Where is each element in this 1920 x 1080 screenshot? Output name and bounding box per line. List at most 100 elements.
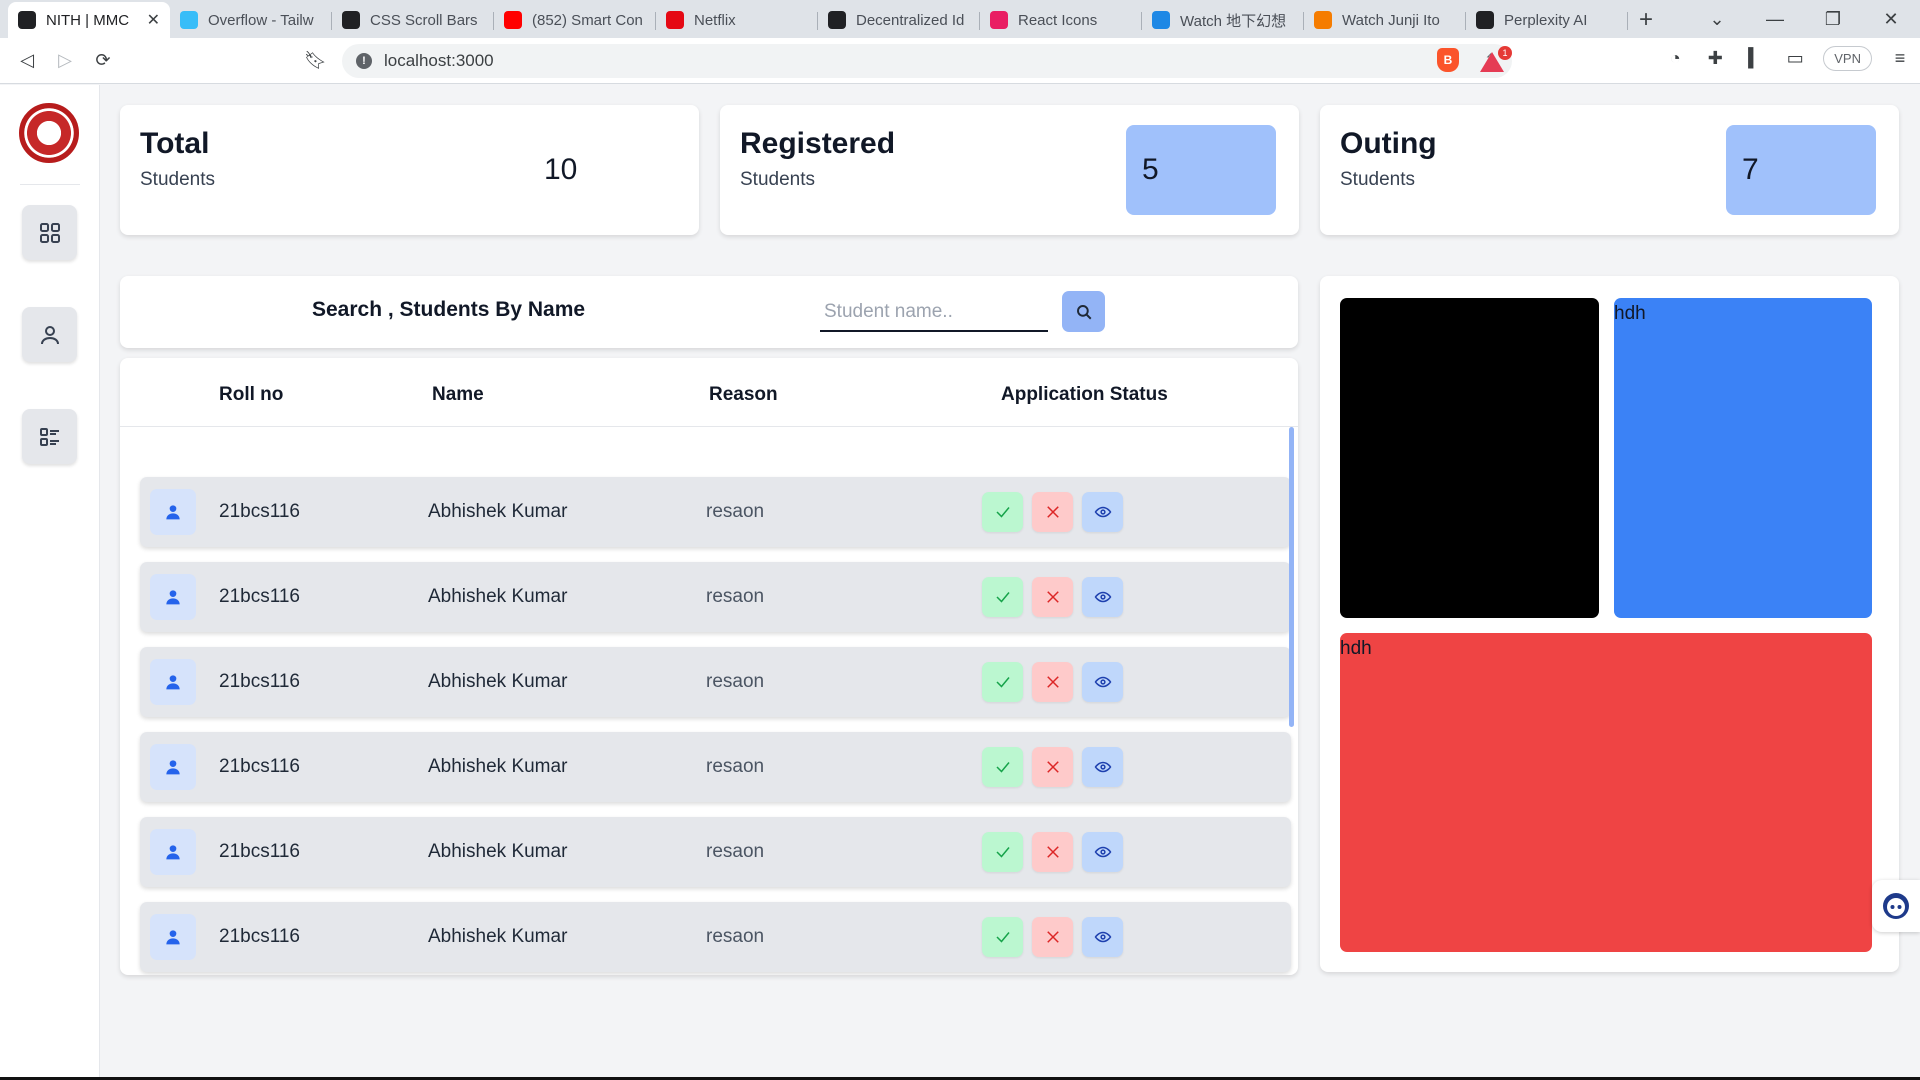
approve-button[interactable] (982, 832, 1023, 872)
view-button[interactable] (1082, 662, 1123, 702)
blue-tile: hdh (1614, 298, 1872, 618)
brave-shields-icon[interactable]: B (1437, 48, 1459, 72)
view-button[interactable] (1082, 832, 1123, 872)
bookmark-icon[interactable]: 🔖︎ (304, 50, 327, 71)
tab-title: React Icons (1018, 11, 1098, 29)
reason-cell: resaon (706, 841, 765, 862)
close-window-button[interactable]: ✕ (1862, 9, 1920, 30)
table-row[interactable]: 21bcs116 Abhishek Kumar resaon (140, 647, 1291, 717)
react-icon (990, 11, 1008, 29)
eye-icon (1094, 673, 1112, 691)
leo-ai-icon[interactable]: ◔ (1655, 48, 1695, 69)
reject-button[interactable] (1032, 492, 1073, 532)
back-button[interactable]: ◁ (8, 50, 46, 71)
browser-tab[interactable]: Watch Junji Ito (1304, 2, 1466, 38)
x-icon (1044, 758, 1062, 776)
approve-button[interactable] (982, 747, 1023, 787)
view-button[interactable] (1082, 577, 1123, 617)
eye-icon (1094, 928, 1112, 946)
view-button[interactable] (1082, 492, 1123, 532)
vpn-button[interactable]: VPN (1823, 46, 1872, 71)
browser-tab[interactable]: React Icons (980, 2, 1142, 38)
reject-button[interactable] (1032, 577, 1073, 617)
table-body[interactable]: 21bcs116 Abhishek Kumar resaon 21bcs116 Abhi… (120, 427, 1298, 975)
name-cell: Abhishek Kumar (428, 841, 568, 862)
dashboard-nav-button[interactable] (22, 205, 77, 260)
new-tab-button[interactable]: + (1628, 6, 1664, 34)
reject-button[interactable] (1032, 662, 1073, 702)
reload-button[interactable]: ⟳ (84, 50, 122, 71)
registered-students-card: Registered Students 5 (720, 105, 1299, 235)
browser-toolbar: ◁ ▷ ⟳ 🔖︎ ! localhost:3000 ⇪ B 1 ◔ ✚ ▍ ▭ … (0, 38, 1920, 84)
restore-button[interactable]: ❐ (1804, 9, 1862, 30)
browser-tab[interactable]: NITH | MMC ✕ (8, 2, 170, 38)
tab-strip: NITH | MMC ✕ Overflow - Tailw CSS Scroll Ba… (0, 0, 1628, 38)
user-icon (165, 589, 181, 605)
name-cell: Abhishek Kumar (428, 501, 568, 522)
reject-button[interactable] (1032, 917, 1073, 957)
app-sidebar (0, 85, 100, 1080)
table-row[interactable]: 21bcs116 Abhishek Kumar resaon (140, 902, 1291, 972)
browser-tab[interactable]: CSS Scroll Bars (332, 2, 494, 38)
tab-actions: + (1628, 2, 1664, 38)
browser-tab[interactable]: Overflow - Tailw (170, 2, 332, 38)
student-name-input[interactable] (820, 294, 1048, 332)
brave-rewards-icon[interactable]: 1 (1480, 46, 1512, 72)
table-row[interactable]: 21bcs116 Abhishek Kumar resaon (140, 732, 1291, 802)
bot-icon (1883, 893, 1909, 919)
check-icon (994, 503, 1012, 521)
check-icon (994, 673, 1012, 691)
browser-tab[interactable]: Decentralized Id (818, 2, 980, 38)
roll-no-cell: 21bcs116 (219, 586, 300, 607)
codepen-icon (342, 11, 360, 29)
approve-button[interactable] (982, 577, 1023, 617)
header-roll-no: Roll no (219, 384, 284, 405)
extensions-icon[interactable]: ✚ (1695, 48, 1735, 69)
floating-assistant-button[interactable] (1872, 880, 1920, 932)
stat-subtitle: Students (1340, 169, 1415, 190)
browser-tab[interactable]: Perplexity AI (1466, 2, 1628, 38)
wallet-icon[interactable]: ▭ (1775, 48, 1815, 69)
reject-button[interactable] (1032, 832, 1073, 872)
search-title: Search , Students By Name (312, 298, 586, 321)
tailwind-icon (180, 11, 198, 29)
stat-subtitle: Students (140, 169, 215, 190)
check-icon (994, 588, 1012, 606)
search-button[interactable] (1062, 291, 1105, 332)
close-tab-icon[interactable]: ✕ (147, 10, 160, 30)
minimize-button[interactable]: — (1746, 9, 1804, 30)
student-avatar (150, 914, 196, 960)
header-application-status: Application Status (1001, 384, 1168, 405)
crunchyroll-icon (1314, 11, 1332, 29)
name-cell: Abhishek Kumar (428, 756, 568, 777)
view-button[interactable] (1082, 917, 1123, 957)
forward-button[interactable]: ▷ (46, 50, 84, 71)
approve-button[interactable] (982, 662, 1023, 702)
stat-title: Total (140, 127, 210, 160)
perplexity-icon (1476, 11, 1494, 29)
browser-tab[interactable]: (852) Smart Con (494, 2, 656, 38)
tab-title: Watch Junji Ito (1342, 11, 1440, 29)
browser-tab[interactable]: Netflix (656, 2, 818, 38)
reject-button[interactable] (1032, 747, 1073, 787)
approve-button[interactable] (982, 492, 1023, 532)
list-nav-button[interactable] (22, 409, 77, 464)
menu-icon[interactable]: ≡ (1880, 48, 1920, 69)
address-bar[interactable]: ! localhost:3000 ⇪ (342, 44, 1512, 78)
tab-title: Perplexity AI (1504, 11, 1588, 29)
student-avatar (150, 829, 196, 875)
table-row[interactable]: 21bcs116 Abhishek Kumar resaon (140, 817, 1291, 887)
tab-search-chevron-icon[interactable]: ⌄ (1688, 9, 1746, 30)
sidebar-toggle-icon[interactable]: ▍ (1735, 48, 1775, 69)
x-icon (1044, 928, 1062, 946)
view-button[interactable] (1082, 747, 1123, 787)
browser-tab[interactable]: Watch 地下幻想 (1142, 2, 1304, 38)
site-info-icon[interactable]: ! (356, 53, 372, 69)
profile-nav-button[interactable] (22, 307, 77, 362)
table-scrollbar[interactable] (1289, 427, 1294, 727)
student-avatar (150, 659, 196, 705)
approve-button[interactable] (982, 917, 1023, 957)
table-row[interactable]: 21bcs116 Abhishek Kumar resaon (140, 562, 1291, 632)
table-row[interactable]: 21bcs116 Abhishek Kumar resaon (140, 477, 1291, 547)
tab-title: Decentralized Id (856, 11, 965, 29)
